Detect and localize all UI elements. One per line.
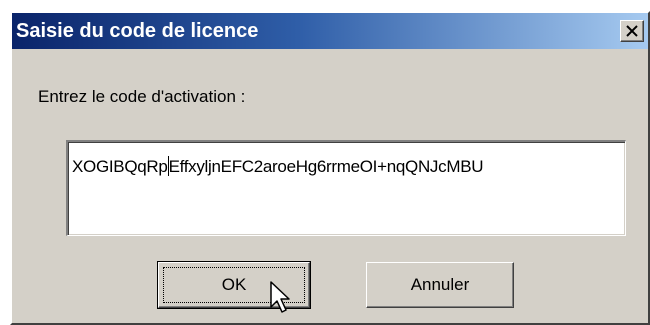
mouse-pointer-icon [270, 281, 290, 313]
code-text-after-caret: EffxyljnEFC2aroeHg6rrmeOI+nqQNJcMBU [168, 157, 484, 176]
license-dialog: Saisie du code de licence Entrez le code… [10, 11, 650, 325]
cancel-button[interactable]: Annuler [366, 262, 514, 308]
cancel-button-label: Annuler [410, 275, 470, 294]
close-button[interactable] [620, 20, 644, 42]
title-bar[interactable]: Saisie du code de licence [12, 13, 648, 49]
code-text-before-caret: XOGIBQqRp [72, 157, 168, 176]
activation-code-label: Entrez le code d'activation : [38, 87, 246, 106]
activation-code-input[interactable]: XOGIBQqRpEffxyljnEFC2aroeHg6rrmeOI+nqQNJ… [66, 140, 626, 236]
dialog-title: Saisie du code de licence [16, 20, 259, 42]
close-icon [626, 25, 638, 37]
